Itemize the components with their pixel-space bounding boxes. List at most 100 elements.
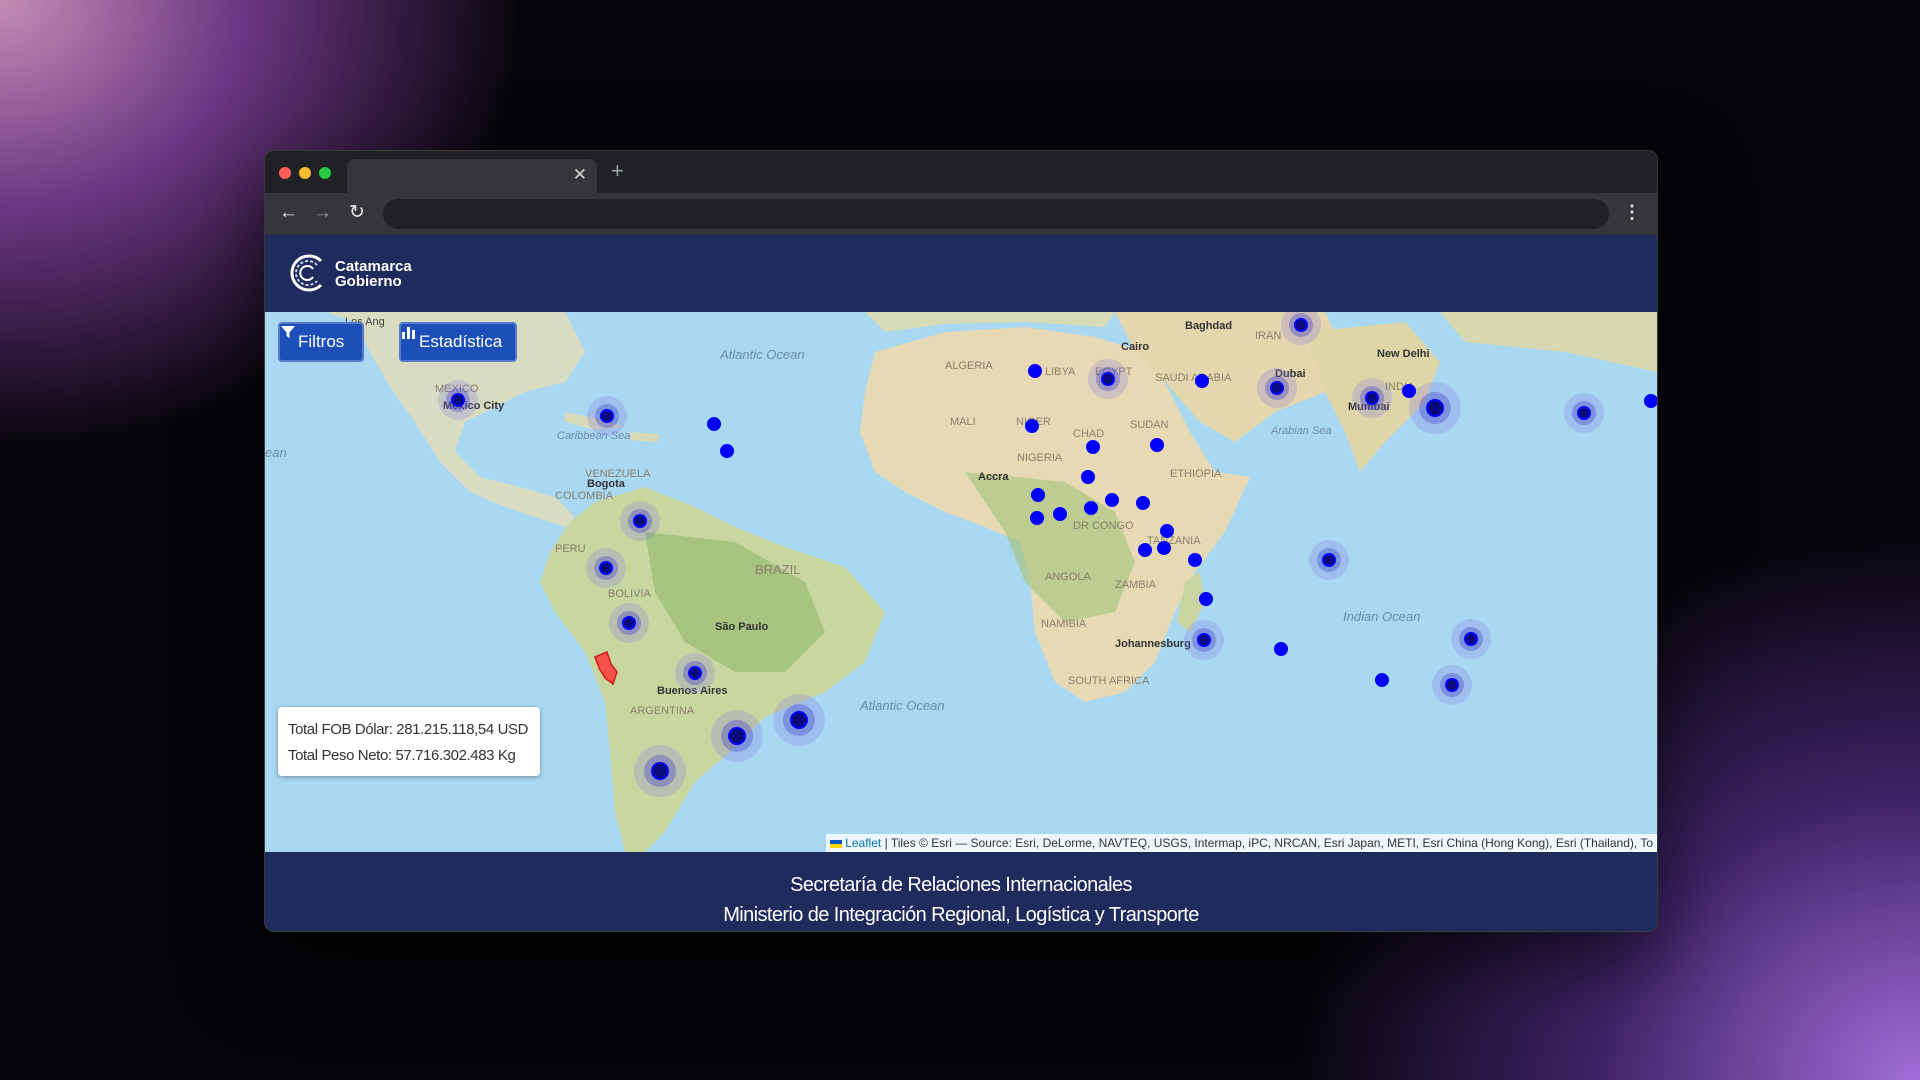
browser-tabbar: ✕ + <box>265 151 1657 193</box>
logo-line-2: Gobierno <box>335 273 402 290</box>
label-johannesburg: Johannesburg <box>1115 638 1191 650</box>
label-brazil: BRAZIL <box>755 562 801 577</box>
country-marker[interactable] <box>1101 372 1115 386</box>
country-marker[interactable] <box>707 417 721 431</box>
country-marker[interactable] <box>1084 501 1098 515</box>
country-marker[interactable] <box>790 711 808 729</box>
country-marker[interactable] <box>1402 384 1416 398</box>
label-nigeria: NIGERIA <box>1017 452 1063 464</box>
country-marker[interactable] <box>1030 511 1044 525</box>
label-arabian-sea: Arabian Sea <box>1270 425 1332 437</box>
country-marker[interactable] <box>1270 381 1284 395</box>
label-indian-ocean: Indian Ocean <box>1343 609 1420 624</box>
country-marker[interactable] <box>1195 374 1209 388</box>
world-map[interactable]: Los Ang MEXICO Mexico City Atlantic Ocea… <box>265 312 1657 852</box>
country-marker[interactable] <box>451 393 465 407</box>
label-bogota: Bogota <box>587 478 626 490</box>
totals-panel: Total FOB Dólar: 281.215.118,54 USD Tota… <box>278 707 540 776</box>
logo-line-1: Catamarca <box>335 258 412 275</box>
close-window-button[interactable] <box>279 167 291 179</box>
label-dr-congo: DR CONGO <box>1073 520 1134 532</box>
map-attribution: Leaflet | Tiles © Esri — Source: Esri, D… <box>826 834 1657 852</box>
label-sudan: SUDAN <box>1130 419 1169 431</box>
label-saudi: SAUDI ARABIA <box>1155 372 1232 384</box>
ukraine-flag-icon <box>830 839 843 848</box>
maximize-window-button[interactable] <box>319 167 331 179</box>
country-marker[interactable] <box>1157 541 1171 555</box>
country-marker[interactable] <box>1086 440 1100 454</box>
country-marker[interactable] <box>633 514 647 528</box>
country-marker[interactable] <box>1294 318 1308 332</box>
country-marker[interactable] <box>1025 419 1039 433</box>
label-mali: MALI <box>950 416 976 428</box>
country-marker[interactable] <box>1138 543 1152 557</box>
country-marker[interactable] <box>1322 553 1336 567</box>
country-marker[interactable] <box>720 444 734 458</box>
country-marker[interactable] <box>622 616 636 630</box>
statistics-button[interactable]: Estadística <box>399 322 517 362</box>
label-namibia: NAMIBIA <box>1041 618 1087 630</box>
browser-tab[interactable]: ✕ <box>347 159 597 193</box>
country-marker[interactable] <box>1199 592 1213 606</box>
new-tab-button[interactable]: + <box>611 160 624 182</box>
country-marker[interactable] <box>1445 678 1459 692</box>
country-marker[interactable] <box>1426 399 1444 417</box>
total-fob-value: 281.215.118,54 USD <box>396 721 529 738</box>
country-marker[interactable] <box>1274 642 1288 656</box>
label-peru: PERU <box>555 543 586 555</box>
country-marker[interactable] <box>1365 391 1379 405</box>
country-marker[interactable] <box>599 561 613 575</box>
country-marker[interactable] <box>1053 507 1067 521</box>
country-marker[interactable] <box>1028 364 1042 378</box>
label-algeria: ALGERIA <box>945 360 993 372</box>
country-marker[interactable] <box>1197 633 1211 647</box>
label-ocean-west: ean <box>265 445 287 460</box>
country-marker[interactable] <box>1160 524 1174 538</box>
reload-icon[interactable]: ↻ <box>349 203 365 223</box>
country-marker[interactable] <box>651 762 669 780</box>
country-marker[interactable] <box>1081 470 1095 484</box>
label-chad: CHAD <box>1073 428 1104 440</box>
app-header: Catamarca Gobierno <box>265 235 1657 312</box>
label-angola: ANGOLA <box>1045 571 1092 583</box>
country-marker[interactable] <box>1577 406 1591 420</box>
more-menu-icon[interactable]: ⋮ <box>1623 202 1641 222</box>
country-marker[interactable] <box>1644 394 1657 408</box>
country-marker[interactable] <box>688 666 702 680</box>
label-new-delhi: New Delhi <box>1377 348 1430 360</box>
country-marker[interactable] <box>600 409 614 423</box>
filters-button[interactable]: Filtros <box>278 322 364 362</box>
total-fob-row: Total FOB Dólar: 281.215.118,54 USD <box>288 717 530 743</box>
close-icon[interactable]: ✕ <box>573 165 587 185</box>
label-bolivia: BOLIVIA <box>608 588 651 600</box>
attribution-text: | Tiles © Esri — Source: Esri, DeLorme, … <box>884 836 1653 850</box>
label-zambia: ZAMBIA <box>1115 579 1157 591</box>
label-argentina: ARGENTINA <box>630 705 695 717</box>
country-marker[interactable] <box>1031 488 1045 502</box>
browser-toolbar: ← → ↻ ⋮ <box>265 193 1657 235</box>
statistics-label: Estadística <box>419 332 503 351</box>
country-marker[interactable] <box>1375 673 1389 687</box>
label-iran: IRAN <box>1255 330 1281 342</box>
country-marker[interactable] <box>1464 632 1478 646</box>
label-tanzania: TANZANIA <box>1147 535 1201 547</box>
leaflet-link[interactable]: Leaflet <box>845 836 881 850</box>
label-baghdad: Baghdad <box>1185 320 1232 332</box>
footer-secretaria: Secretaría de Relaciones Internacionales <box>790 874 1132 896</box>
country-marker[interactable] <box>728 727 746 745</box>
country-marker[interactable] <box>1188 553 1202 567</box>
country-marker[interactable] <box>1105 493 1119 507</box>
label-accra: Accra <box>978 471 1009 483</box>
label-ethiopia: ETHIOPIA <box>1170 468 1222 480</box>
label-libya: LIBYA <box>1045 366 1076 378</box>
forward-arrow-icon[interactable]: → <box>313 203 332 223</box>
catamarca-logo-icon <box>290 254 323 292</box>
label-caribbean: Caribbean Sea <box>557 430 630 442</box>
country-marker[interactable] <box>1150 438 1164 452</box>
minimize-window-button[interactable] <box>299 167 311 179</box>
country-marker[interactable] <box>1136 496 1150 510</box>
address-bar[interactable] <box>383 199 1609 229</box>
total-peso-row: Total Peso Neto: 57.716.302.483 Kg <box>288 743 530 769</box>
label-south-africa: SOUTH AFRICA <box>1068 675 1150 687</box>
back-arrow-icon[interactable]: ← <box>279 203 298 223</box>
